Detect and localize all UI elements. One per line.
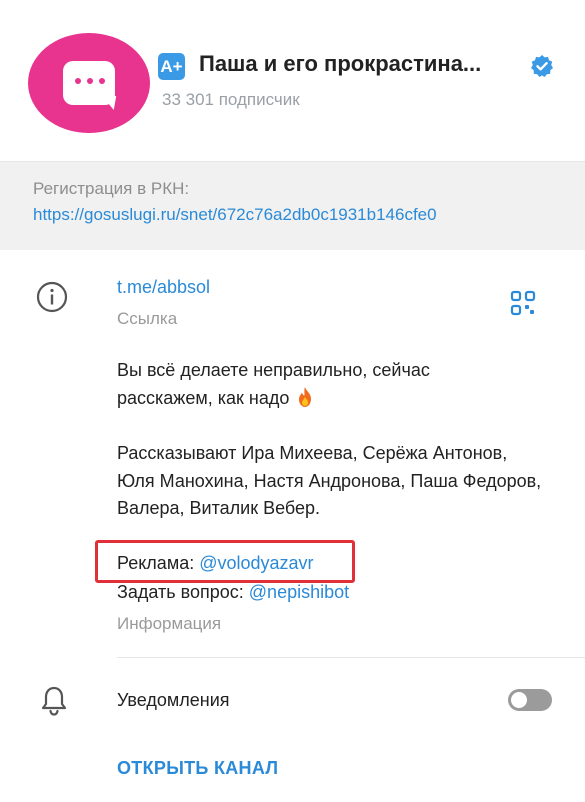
link-caption: Ссылка	[117, 309, 178, 328]
description-line: Вы всё делаете неправильно, сейчас	[117, 360, 430, 380]
ask-mention-link[interactable]: @nepishibot	[249, 582, 349, 602]
open-channel-button[interactable]: ОТКРЫТЬ КАНАЛ	[117, 758, 278, 779]
ask-label: Задать вопрос:	[117, 582, 244, 602]
ellipsis-icon	[75, 76, 105, 86]
registration-link[interactable]: https://gosuslugi.ru/snet/672c76a2db0c19…	[33, 205, 437, 225]
ask-question-line: Задать вопрос: @nepishibot	[117, 582, 349, 603]
subscriber-count: 33 301 подписчик	[162, 90, 300, 109]
registration-banner: Регистрация в РКН: https://gosuslugi.ru/…	[0, 161, 585, 250]
channel-title: Паша и его прокрастина...	[199, 51, 482, 76]
channel-link[interactable]: t.me/abbsol	[117, 277, 210, 298]
toggle-knob	[509, 690, 529, 710]
channel-info-page: A+ Паша и его прокрастина... 33 301 подп…	[0, 0, 585, 802]
verified-check-icon	[531, 55, 553, 77]
section-divider	[117, 657, 585, 658]
channel-description: Вы всё делаете неправильно, сейчас расск…	[117, 357, 547, 523]
description-line: расскажем, как надо	[117, 385, 547, 413]
registration-label: Регистрация в РКН:	[33, 179, 190, 198]
bell-icon	[41, 686, 67, 716]
chat-bubble-tail	[99, 96, 117, 110]
info-caption: Информация	[117, 614, 222, 633]
hosts-text: Рассказывают Ира Михеева, Серёжа Антонов…	[117, 443, 542, 518]
notifications-label: Уведомления	[117, 690, 230, 710]
channel-avatar[interactable]	[28, 33, 150, 133]
notifications-toggle[interactable]	[508, 689, 552, 711]
highlight-annotation	[95, 540, 355, 583]
info-icon	[36, 281, 68, 313]
fire-emoji-icon	[299, 386, 312, 407]
qr-code-icon[interactable]	[510, 290, 536, 316]
channel-header: A+ Паша и его прокрастина... 33 301 подп…	[0, 0, 585, 161]
a-plus-badge-icon: A+	[158, 53, 185, 80]
